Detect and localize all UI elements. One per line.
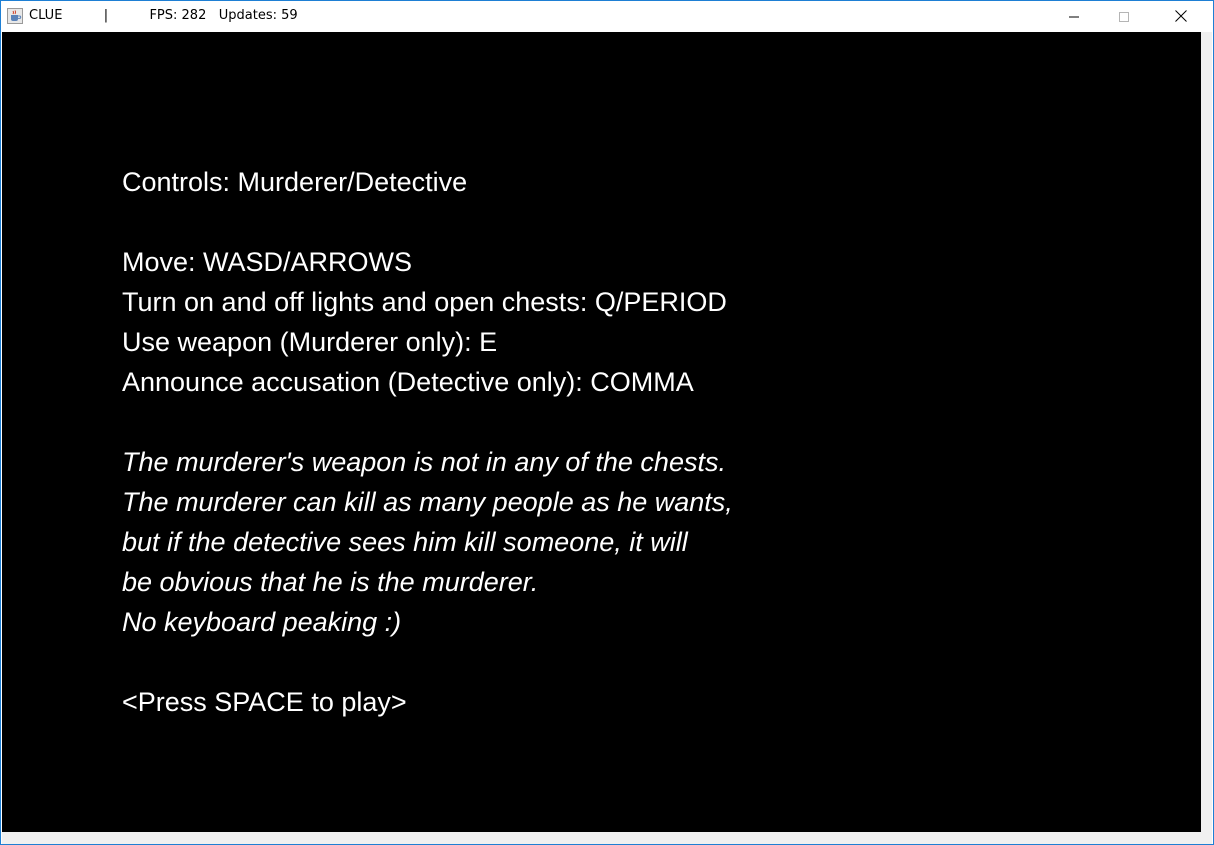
note-line: No keyboard peaking :): [122, 607, 402, 637]
minimize-icon: [1069, 9, 1079, 25]
game-window: CLUE | FPS: 282 Updates: 59 Controls: Mu…: [0, 0, 1214, 845]
control-accusation: Announce accusation (Detective only): CO…: [122, 367, 694, 397]
maximize-button[interactable]: [1101, 1, 1147, 32]
window-border-right: [1201, 32, 1212, 832]
updates-counter: Updates: 59: [218, 8, 298, 23]
control-move: Move: WASD/ARROWS: [122, 247, 413, 277]
game-canvas[interactable]: Controls: Murderer/Detective Move: WASD/…: [2, 32, 1201, 832]
control-lights-chests: Turn on and off lights and open chests: …: [122, 287, 727, 317]
close-icon: [1175, 9, 1187, 25]
app-title: CLUE: [29, 8, 63, 23]
window-border-bottom: [2, 832, 1212, 844]
title-separator: |: [103, 8, 109, 23]
note-line: but if the detective sees him kill someo…: [122, 527, 688, 557]
window-title-text: CLUE | FPS: 282 Updates: 59: [29, 8, 298, 23]
controls-heading: Controls: Murderer/Detective: [122, 167, 468, 197]
note-line: be obvious that he is the murderer.: [122, 567, 539, 597]
title-bar[interactable]: CLUE | FPS: 282 Updates: 59: [1, 1, 1213, 32]
note-line: The murderer can kill as many people as …: [122, 487, 733, 517]
fps-counter: FPS: 282: [149, 8, 207, 23]
control-use-weapon: Use weapon (Murderer only): E: [122, 327, 498, 357]
press-space-prompt: <Press SPACE to play>: [122, 687, 407, 717]
note-line: The murderer's weapon is not in any of t…: [122, 447, 726, 477]
minimize-button[interactable]: [1051, 1, 1097, 32]
java-coffee-cup-icon[interactable]: [7, 8, 23, 24]
close-button[interactable]: [1158, 1, 1204, 32]
maximize-icon: [1119, 9, 1129, 25]
